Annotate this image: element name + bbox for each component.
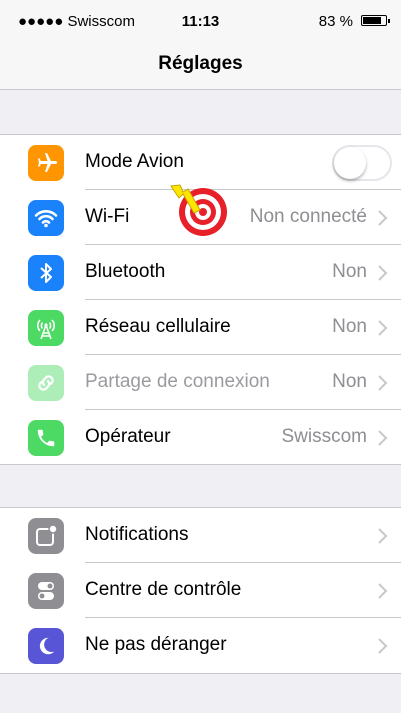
navigation-bar: Réglages (0, 40, 401, 90)
row-cellular[interactable]: Réseau cellulaire Non (0, 300, 401, 355)
row-carrier[interactable]: Opérateur Swisscom (0, 410, 401, 465)
chevron-right-icon (378, 638, 388, 654)
notifications-icon (28, 518, 64, 554)
hotspot-status-value: Non (332, 371, 367, 392)
carrier-value: Swisscom (281, 426, 367, 447)
battery-icon (361, 15, 390, 26)
chevron-right-icon (378, 375, 388, 391)
airplane-mode-toggle[interactable] (332, 145, 392, 181)
row-personal-hotspot: Partage de connexion Non (0, 355, 401, 410)
carrier-label: Opérateur (85, 426, 171, 447)
status-bar: ●●●●● Swisscom 11:13 83 % (0, 0, 401, 40)
row-control-center[interactable]: Centre de contrôle (0, 563, 401, 618)
chevron-right-icon (378, 528, 388, 544)
chevron-right-icon (378, 430, 388, 446)
airplane-icon (28, 145, 64, 181)
hotspot-label: Partage de connexion (85, 371, 270, 392)
chevron-right-icon (378, 265, 388, 281)
bluetooth-label: Bluetooth (85, 261, 166, 282)
row-do-not-disturb[interactable]: Ne pas déranger (0, 618, 401, 673)
do-not-disturb-label: Ne pas déranger (85, 634, 227, 655)
notifications-label: Notifications (85, 524, 189, 545)
target-pointer-icon (170, 184, 227, 236)
row-notifications[interactable]: Notifications (0, 508, 401, 563)
cellular-status-value: Non (332, 316, 367, 337)
airplane-mode-label: Mode Avion (85, 151, 184, 172)
link-icon (28, 365, 64, 401)
wifi-icon (28, 200, 64, 236)
row-bluetooth[interactable]: Bluetooth Non (0, 245, 401, 300)
phone-icon (28, 420, 64, 456)
chevron-right-icon (378, 210, 388, 226)
chevron-right-icon (378, 583, 388, 599)
settings-group-notifications: Notifications Centre de contrôle Ne pas … (0, 507, 401, 674)
control-center-label: Centre de contrôle (85, 579, 242, 600)
toggle-knob (334, 147, 366, 179)
bluetooth-icon (28, 255, 64, 291)
wifi-status-value: Non connecté (249, 206, 367, 227)
antenna-icon (28, 310, 64, 346)
page-title: Réglages (158, 53, 243, 74)
row-airplane-mode: Mode Avion (0, 135, 401, 190)
cellular-label: Réseau cellulaire (85, 316, 231, 337)
chevron-right-icon (378, 320, 388, 336)
control-center-icon (28, 573, 64, 609)
wifi-label: Wi-Fi (85, 206, 130, 227)
moon-icon (28, 628, 64, 664)
battery-percent: 83 % (318, 13, 353, 30)
bluetooth-status-value: Non (332, 261, 367, 282)
